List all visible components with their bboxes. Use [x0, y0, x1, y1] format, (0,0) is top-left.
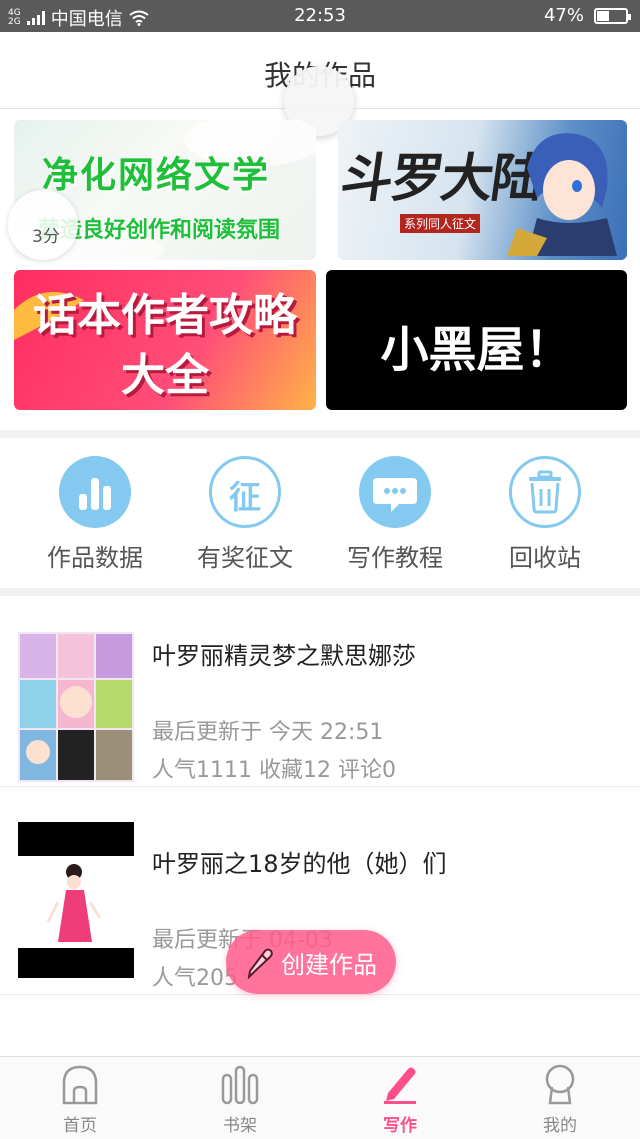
- timer-text: 3分: [32, 227, 60, 247]
- banner-line2: 大全: [121, 350, 209, 401]
- work-stats: 人气1111 收藏12 评论0: [152, 758, 396, 783]
- quick-item-contest[interactable]: 征 有奖征文: [170, 456, 320, 573]
- quick-item-label: 写作教程: [347, 544, 443, 572]
- tab-bookshelf[interactable]: 书架: [200, 1063, 280, 1136]
- banner-line1: 净化网络文学: [42, 155, 271, 196]
- banner-line1: 话本作者攻略: [33, 290, 297, 341]
- banner-author-guide[interactable]: 话本作者攻略 大全: [14, 270, 316, 410]
- home-icon: [62, 1065, 98, 1105]
- battery-percent: 47%: [543, 5, 584, 26]
- tab-label: 写作: [383, 1116, 417, 1136]
- anime-character-illustration: [507, 133, 617, 256]
- tab-write[interactable]: 写作: [360, 1063, 440, 1136]
- bar-chart-icon: [59, 456, 131, 528]
- banner-subtitle: 系列同人征文: [400, 214, 481, 233]
- quick-menu: 作品数据 征 有奖征文 写作教程 回收站: [0, 438, 640, 588]
- banner-grid: 净化网络文学 营造良好创作和阅读氛围 斗罗大陆 系列同人征文 话本作者攻略 大全…: [0, 110, 640, 428]
- pencil-icon: [247, 948, 273, 979]
- work-title: 叶罗丽精灵梦之默思娜莎: [152, 642, 416, 670]
- quick-item-label: 作品数据: [47, 544, 143, 572]
- tab-home[interactable]: 首页: [40, 1063, 120, 1136]
- quick-item-label: 有奖征文: [197, 544, 293, 572]
- banner-douluo-contest[interactable]: 斗罗大陆 系列同人征文: [338, 120, 627, 260]
- tab-label: 首页: [63, 1116, 97, 1136]
- create-work-button[interactable]: 创建作品: [226, 930, 396, 994]
- zheng-badge-icon: 征: [209, 456, 281, 528]
- reading-timer-bubble[interactable]: 3分: [8, 190, 78, 260]
- work-stats: 人气205: [152, 966, 238, 991]
- create-work-label: 创建作品: [281, 950, 377, 979]
- quick-item-label: 回收站: [509, 544, 581, 572]
- bottom-tab-bar: 首页 书架 写作 我的: [0, 1056, 640, 1139]
- badge-glyph: 征: [228, 478, 261, 516]
- battery-icon: [594, 7, 631, 24]
- status-bar: 4G 2G 中国电信 22:53 47%: [0, 0, 640, 32]
- banner-blackroom[interactable]: 小黑屋！: [326, 270, 627, 410]
- tab-label: 我的: [543, 1116, 577, 1136]
- work-cover: [18, 822, 134, 978]
- quick-item-tutorial[interactable]: 写作教程: [320, 456, 470, 573]
- chat-bubble-icon: [359, 456, 431, 528]
- quick-item-works-data[interactable]: 作品数据: [20, 456, 170, 573]
- tab-mine[interactable]: 我的: [520, 1063, 600, 1136]
- pen-icon: [384, 1067, 416, 1104]
- banner-title: 小黑屋！: [380, 322, 573, 378]
- profile-icon: [545, 1064, 575, 1105]
- work-title: 叶罗丽之18岁的他（她）们: [152, 850, 447, 878]
- quick-item-recycle-bin[interactable]: 回收站: [470, 456, 620, 573]
- work-list-item[interactable]: 叶罗丽精灵梦之默思娜莎 最后更新于 今天 22:51 人气1111 收藏12 评…: [0, 596, 640, 787]
- tab-label: 书架: [223, 1116, 257, 1136]
- bookshelf-icon: [221, 1065, 259, 1105]
- divider: [0, 588, 640, 596]
- work-updated-time: 最后更新于 今天 22:51: [152, 720, 384, 745]
- trash-icon: [509, 456, 581, 528]
- work-cover: [18, 632, 134, 782]
- divider: [0, 430, 640, 438]
